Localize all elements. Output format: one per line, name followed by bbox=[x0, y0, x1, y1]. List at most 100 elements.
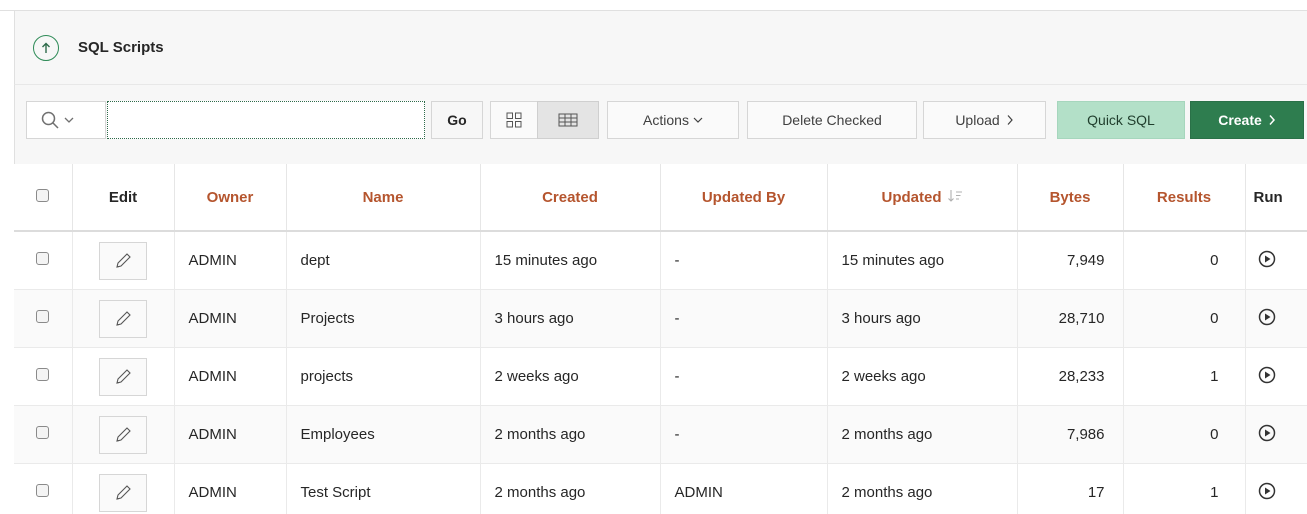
column-header-updated[interactable]: Updated bbox=[826, 164, 1017, 232]
updated-cell: 2 weeks ago bbox=[826, 347, 1017, 406]
run-button[interactable] bbox=[1258, 250, 1276, 268]
owner-cell: ADMIN bbox=[173, 231, 286, 290]
column-header-updated-label: Updated bbox=[881, 188, 942, 206]
actions-menu-button[interactable]: Actions bbox=[607, 101, 739, 139]
edit-button[interactable] bbox=[99, 299, 147, 338]
table-header-row: Edit Owner Name Created Updated By Updat… bbox=[14, 164, 1307, 232]
run-button[interactable] bbox=[1258, 308, 1276, 326]
arrow-up-circle-icon bbox=[42, 42, 50, 53]
edit-cell bbox=[71, 347, 174, 406]
name-cell: dept bbox=[285, 231, 480, 290]
column-header-results[interactable]: Results bbox=[1122, 164, 1245, 232]
run-cell bbox=[1244, 405, 1307, 464]
updated-by-cell: - bbox=[659, 347, 827, 406]
search-icon bbox=[41, 111, 59, 129]
region-header: SQL Scripts bbox=[14, 11, 1307, 84]
row-checkbox[interactable] bbox=[36, 484, 50, 497]
pencil-icon bbox=[116, 484, 131, 500]
upload-button[interactable]: Upload bbox=[923, 101, 1046, 139]
row-checkbox[interactable] bbox=[36, 368, 50, 381]
results-cell[interactable]: 1 bbox=[1122, 347, 1245, 406]
pencil-icon bbox=[116, 368, 131, 384]
row-select-cell bbox=[14, 463, 72, 514]
column-header-edit: Edit bbox=[71, 164, 174, 232]
column-header-bytes[interactable]: Bytes bbox=[1016, 164, 1123, 232]
owner-cell: ADMIN bbox=[173, 405, 286, 464]
table-view-icon bbox=[558, 113, 578, 127]
updated-cell: 3 hours ago bbox=[826, 289, 1017, 348]
updated-cell: 15 minutes ago bbox=[826, 231, 1017, 290]
name-cell: projects bbox=[285, 347, 480, 406]
chevron-right-icon bbox=[1007, 115, 1013, 125]
select-all-header bbox=[14, 164, 72, 232]
run-button[interactable] bbox=[1258, 366, 1276, 384]
created-cell: 3 hours ago bbox=[479, 289, 660, 348]
grid-view-icon bbox=[506, 112, 522, 128]
run-icon bbox=[1258, 482, 1275, 499]
table-row: ADMIN Employees 2 months ago -2 months ago 7… bbox=[14, 405, 1307, 464]
quick-sql-button[interactable]: Quick SQL bbox=[1057, 101, 1185, 139]
edit-button[interactable] bbox=[99, 357, 147, 396]
create-button[interactable]: Create bbox=[1190, 101, 1304, 139]
updated-by-cell: ADMIN bbox=[659, 463, 827, 514]
chevron-down-icon bbox=[64, 117, 74, 123]
search-column-menu[interactable] bbox=[26, 101, 106, 139]
updated-by-cell: - bbox=[659, 289, 827, 348]
edit-cell bbox=[71, 405, 174, 464]
edit-cell bbox=[71, 289, 174, 348]
chevron-right-icon bbox=[1269, 115, 1275, 125]
column-header-created[interactable]: Created bbox=[479, 164, 660, 232]
run-cell bbox=[1244, 231, 1307, 290]
edit-button[interactable] bbox=[99, 473, 147, 512]
created-cell: 15 minutes ago bbox=[479, 231, 660, 290]
sql-scripts-region: SQL Scripts Go Actions Delete Checked Up… bbox=[0, 0, 1307, 514]
icon-view-button[interactable] bbox=[490, 101, 538, 139]
bytes-cell: 7,986 bbox=[1016, 405, 1123, 464]
column-header-owner[interactable]: Owner bbox=[173, 164, 286, 232]
select-all-checkbox[interactable] bbox=[36, 188, 50, 202]
table-row: ADMIN Test Script 2 months ago ADMIN 2 month… bbox=[14, 463, 1307, 514]
report-view-button[interactable] bbox=[537, 101, 599, 139]
created-cell: 2 weeks ago bbox=[479, 347, 660, 406]
pencil-icon bbox=[116, 252, 131, 268]
run-cell bbox=[1244, 289, 1307, 348]
results-cell: 0 bbox=[1122, 289, 1245, 348]
collapse-button[interactable] bbox=[33, 35, 59, 61]
row-select-cell bbox=[14, 289, 72, 348]
pencil-icon bbox=[116, 310, 131, 326]
name-cell: Test Script bbox=[285, 463, 480, 514]
pencil-icon bbox=[116, 426, 131, 442]
row-select-cell bbox=[14, 347, 72, 406]
edit-button[interactable] bbox=[99, 415, 147, 454]
search-input[interactable] bbox=[107, 101, 425, 139]
row-checkbox[interactable] bbox=[36, 252, 50, 265]
run-button[interactable] bbox=[1258, 424, 1276, 442]
updated-by-cell: - bbox=[659, 405, 827, 464]
table-row: ADMIN Projects 3 hours ago -3 hours ago 28,7… bbox=[14, 289, 1307, 348]
row-select-cell bbox=[14, 405, 72, 464]
name-cell: Employees bbox=[285, 405, 480, 464]
run-cell bbox=[1244, 463, 1307, 514]
row-select-cell bbox=[14, 231, 72, 290]
updated-by-cell: - bbox=[659, 231, 827, 290]
row-checkbox[interactable] bbox=[36, 426, 50, 439]
edit-button[interactable] bbox=[99, 241, 147, 280]
row-checkbox[interactable] bbox=[36, 310, 50, 323]
bytes-cell: 17 bbox=[1016, 463, 1123, 514]
run-icon bbox=[1258, 308, 1275, 325]
column-header-name[interactable]: Name bbox=[285, 164, 480, 232]
bytes-cell: 28,233 bbox=[1016, 347, 1123, 406]
run-button[interactable] bbox=[1258, 482, 1276, 500]
owner-cell: ADMIN bbox=[173, 347, 286, 406]
column-header-updated-by[interactable]: Updated By bbox=[659, 164, 827, 232]
go-button[interactable]: Go bbox=[431, 101, 483, 139]
edit-cell bbox=[71, 231, 174, 290]
updated-cell: 2 months ago bbox=[826, 405, 1017, 464]
results-cell: 0 bbox=[1122, 231, 1245, 290]
results-cell[interactable]: 1 bbox=[1122, 463, 1245, 514]
create-label: Create bbox=[1218, 112, 1262, 128]
edit-cell bbox=[71, 463, 174, 514]
delete-checked-button[interactable]: Delete Checked bbox=[747, 101, 917, 139]
run-icon bbox=[1258, 366, 1275, 383]
sql-scripts-table: Edit Owner Name Created Updated By Updat… bbox=[14, 164, 1307, 514]
